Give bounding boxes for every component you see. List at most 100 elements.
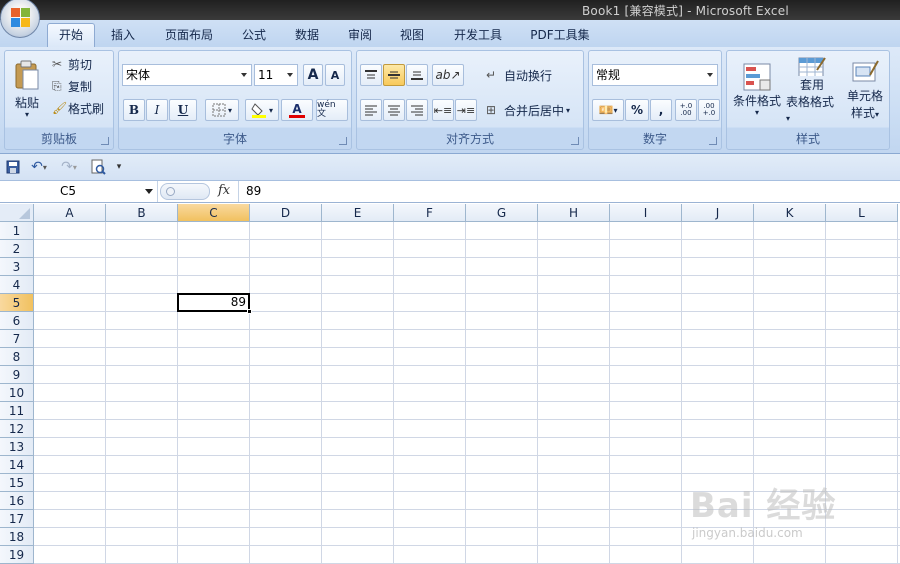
column-header[interactable]: F <box>394 204 466 222</box>
row-header[interactable]: 4 <box>0 276 34 294</box>
customize-qat-icon[interactable]: ▾ <box>112 158 126 176</box>
align-center-button[interactable] <box>383 99 405 121</box>
orientation-button[interactable]: ab↗ <box>432 64 464 86</box>
tab-data[interactable]: 数据 <box>287 25 327 47</box>
column-header[interactable]: E <box>322 204 394 222</box>
tab-view[interactable]: 视图 <box>392 25 432 47</box>
column-header[interactable]: L <box>826 204 898 222</box>
row-header[interactable]: 2 <box>0 240 34 258</box>
align-left-button[interactable] <box>360 99 382 121</box>
tab-insert[interactable]: 插入 <box>103 25 143 47</box>
align-right-button[interactable] <box>406 99 428 121</box>
cut-button[interactable]: ✂ 剪切 <box>51 55 111 73</box>
bold-button[interactable]: B <box>123 99 145 121</box>
copy-button[interactable]: ⎘ 复制 <box>51 77 111 95</box>
font-name-select[interactable]: 宋体 <box>122 64 252 86</box>
fill-handle[interactable] <box>247 309 252 314</box>
font-size-select[interactable]: 11 <box>254 64 298 86</box>
formula-bar-splitter[interactable] <box>160 183 210 200</box>
select-all-icon <box>19 208 30 219</box>
copy-label: 复制 <box>68 79 93 94</box>
phonetic-button[interactable]: wén 文 <box>316 99 348 121</box>
row-header[interactable]: 19 <box>0 546 34 564</box>
italic-button[interactable]: I <box>146 99 168 121</box>
clipboard-launcher-icon[interactable] <box>101 137 109 145</box>
column-header[interactable]: I <box>610 204 682 222</box>
column-header[interactable]: A <box>34 204 106 222</box>
align-bottom-icon <box>411 71 423 80</box>
row-header[interactable]: 16 <box>0 492 34 510</box>
save-button[interactable] <box>4 158 22 176</box>
merge-center-button[interactable]: ⊞ 合并后居中 ▾ <box>485 99 581 121</box>
row-header[interactable]: 17 <box>0 510 34 528</box>
row-header[interactable]: 12 <box>0 420 34 438</box>
tab-pdf-tools[interactable]: PDF工具集 <box>524 25 596 47</box>
row-header[interactable]: 9 <box>0 366 34 384</box>
number-format-select[interactable]: 常规 <box>592 64 718 86</box>
print-preview-button[interactable] <box>88 158 108 176</box>
row-header[interactable]: 6 <box>0 312 34 330</box>
underline-button[interactable]: U <box>169 99 197 121</box>
row-header[interactable]: 1 <box>0 222 34 240</box>
column-header[interactable]: D <box>250 204 322 222</box>
undo-button[interactable]: ↶ ▾ <box>26 158 52 176</box>
align-top-button[interactable] <box>360 64 382 86</box>
format-painter-button[interactable]: 🖌 格式刷 <box>51 99 115 117</box>
row-header[interactable]: 10 <box>0 384 34 402</box>
font-launcher-icon[interactable] <box>339 137 347 145</box>
column-header[interactable]: B <box>106 204 178 222</box>
tab-review[interactable]: 审阅 <box>340 25 380 47</box>
currency-button[interactable]: 💴 ▾ <box>592 99 624 121</box>
row-header[interactable]: 3 <box>0 258 34 276</box>
row-header[interactable]: 14 <box>0 456 34 474</box>
tab-formulas[interactable]: 公式 <box>234 25 274 47</box>
paste-button[interactable]: 粘贴 ▾ <box>9 55 45 123</box>
decrease-indent-button[interactable]: ⇤≡ <box>432 99 454 121</box>
row-header[interactable]: 13 <box>0 438 34 456</box>
row-header[interactable]: 5 <box>0 294 34 312</box>
alignment-group: ab↗ ↵ 自动换行 ⇤≡ ⇥≡ ⊞ 合并后居中 ▾ 对齐方式 <box>356 50 584 150</box>
grid-line <box>177 222 178 564</box>
wrap-text-button[interactable]: ↵ 自动换行 <box>485 64 581 86</box>
column-header[interactable]: K <box>754 204 826 222</box>
alignment-launcher-icon[interactable] <box>571 137 579 145</box>
column-header[interactable]: G <box>466 204 538 222</box>
number-launcher-icon[interactable] <box>709 137 717 145</box>
tab-developer[interactable]: 开发工具 <box>444 25 512 47</box>
increase-indent-button[interactable]: ⇥≡ <box>455 99 477 121</box>
cell-styles-button[interactable]: 单元格 样式▾ <box>839 53 891 125</box>
align-middle-button[interactable] <box>383 64 405 86</box>
decrease-decimal-button[interactable]: .00 +.0 <box>698 99 720 121</box>
font-color-button[interactable]: A <box>281 99 313 121</box>
borders-button[interactable]: ▾ <box>205 99 239 121</box>
table-format-label-2: 表格格式 <box>786 95 835 109</box>
conditional-format-button[interactable]: 条件格式 ▾ <box>729 53 785 125</box>
shrink-font-button[interactable]: A <box>325 64 345 86</box>
row-header[interactable]: 11 <box>0 402 34 420</box>
insert-function-button[interactable]: fx <box>218 183 230 198</box>
active-cell[interactable]: 89 <box>177 293 250 312</box>
column-header[interactable]: J <box>682 204 754 222</box>
quick-access-toolbar: ↶ ▾ ↷ ▾ ▾ <box>0 154 900 181</box>
column-header[interactable]: C <box>178 204 250 222</box>
tab-page-layout[interactable]: 页面布局 <box>155 25 223 47</box>
formula-divider <box>238 181 239 202</box>
formula-input[interactable]: 89 <box>246 181 261 202</box>
fill-color-button[interactable]: ▾ <box>245 99 279 121</box>
redo-button[interactable]: ↷ ▾ <box>56 158 82 176</box>
select-all-button[interactable] <box>0 204 34 222</box>
increase-decimal-button[interactable]: +.0 .00 <box>675 99 697 121</box>
row-header[interactable]: 15 <box>0 474 34 492</box>
name-box[interactable]: C5 <box>0 181 158 202</box>
splitter-circle-icon <box>166 187 175 196</box>
row-header[interactable]: 18 <box>0 528 34 546</box>
tab-home[interactable]: 开始 <box>47 23 95 47</box>
format-as-table-button[interactable]: 套用 表格格式 ▾ <box>785 53 839 125</box>
percent-button[interactable]: % <box>625 99 649 121</box>
grow-font-button[interactable]: A <box>303 64 323 86</box>
column-header[interactable]: H <box>538 204 610 222</box>
row-header[interactable]: 8 <box>0 348 34 366</box>
align-bottom-button[interactable] <box>406 64 428 86</box>
row-header[interactable]: 7 <box>0 330 34 348</box>
comma-button[interactable]: , <box>650 99 672 121</box>
